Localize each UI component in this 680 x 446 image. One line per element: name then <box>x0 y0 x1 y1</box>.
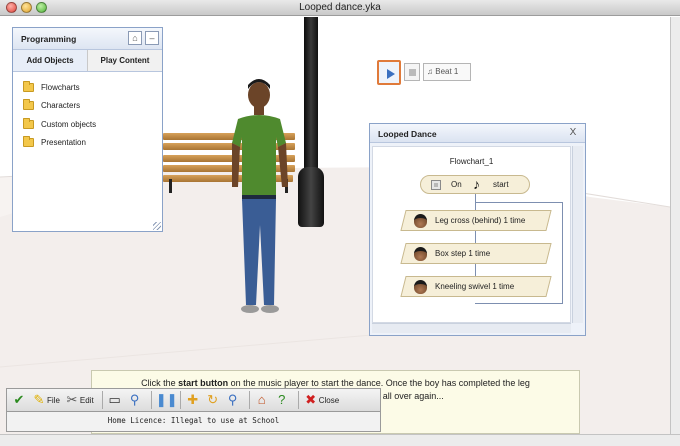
instructions-text: Click the <box>141 378 179 388</box>
start-label: start <box>493 180 509 189</box>
scissors-icon: ✂ <box>66 392 78 407</box>
flowchart-horizontal-scrollbar[interactable] <box>372 323 571 333</box>
home-icon: ⌂ <box>132 33 138 43</box>
music-note-icon: ♫ <box>427 67 433 76</box>
pause-button[interactable]: ❚❚ <box>155 392 178 408</box>
zoom-icon: ⚲ <box>227 392 238 407</box>
close-window-button[interactable]: X <box>567 127 579 139</box>
save-icon: ▭ <box>108 392 121 407</box>
edit-button[interactable]: ✂ Edit <box>64 392 94 408</box>
edit-label: Edit <box>79 395 94 405</box>
licence-bar: Home Licence: Illegal to use at School <box>6 412 381 432</box>
move-icon: ✚ <box>187 392 199 407</box>
minimize-panel-button[interactable]: – <box>145 31 159 45</box>
close-button[interactable]: ✖ Close <box>303 392 339 408</box>
folder-label: Presentation <box>41 138 86 148</box>
looped-dance-header: Looped Dance X <box>370 124 585 143</box>
rotate-icon: ↻ <box>207 392 219 407</box>
boy-face-icon <box>414 246 427 261</box>
minimize-icon: – <box>149 33 155 43</box>
instructions-bold-text: start button <box>178 378 229 388</box>
programming-panel-title: Programming <box>21 34 77 44</box>
flowchart-vertical-scrollbar[interactable] <box>572 146 583 323</box>
boy-character[interactable] <box>224 75 294 320</box>
resize-grip[interactable] <box>153 222 161 230</box>
folder-icon <box>23 80 34 92</box>
looped-dance-window: Looped Dance X Flowchart_1 On ♪ start Le… <box>369 123 586 336</box>
start-block[interactable]: On ♪ start <box>420 175 530 194</box>
start-checkbox[interactable] <box>431 180 441 190</box>
boy-face-icon <box>414 213 427 228</box>
folder-item-presentation[interactable]: Presentation <box>13 134 162 153</box>
folder-label: Custom objects <box>41 119 97 129</box>
save-button[interactable]: ▭ <box>107 392 123 408</box>
folder-icon <box>23 136 34 148</box>
help-button[interactable]: ? <box>274 392 290 408</box>
toolbar-separator <box>297 391 299 409</box>
folder-label: Flowcharts <box>41 82 80 92</box>
close-icon: ✖ <box>305 392 317 407</box>
folder-item-custom-objects[interactable]: Custom objects <box>13 115 162 134</box>
folder-label: Characters <box>41 101 81 111</box>
file-label: File <box>47 395 60 405</box>
folder-icon <box>23 117 34 129</box>
magnifier-icon: ⚲ <box>129 392 140 407</box>
play-icon <box>387 69 395 79</box>
main-toolbar: ✔ ✎ File ✂ Edit ▭ ⚲ ❚❚ ✚ ↻ ⚲ ⌂ ? ✖ Close <box>6 388 381 412</box>
zoom-button[interactable]: ⚲ <box>225 392 241 408</box>
toolbar-separator <box>150 391 152 409</box>
stop-button[interactable] <box>404 63 420 81</box>
tab-play-content[interactable]: Play Content <box>87 50 162 71</box>
music-player: ♫ Beat 1 <box>377 60 473 85</box>
lamp-post-base <box>298 167 324 227</box>
close-label: Close <box>318 395 340 405</box>
check-button[interactable]: ✔ <box>11 392 27 408</box>
rotate-button[interactable]: ↻ <box>205 392 221 408</box>
help-icon: ? <box>278 392 286 407</box>
window-horizontal-scrollbar[interactable] <box>0 434 680 446</box>
find-button[interactable]: ⚲ <box>127 392 143 408</box>
programming-panel: Programming ⌂ – Add Objects Play Content… <box>12 27 163 232</box>
flowchart-canvas[interactable]: Flowchart_1 On ♪ start Leg cross (behind… <box>372 146 571 323</box>
play-button[interactable] <box>377 60 401 85</box>
looped-dance-title: Looped Dance <box>378 129 437 139</box>
flowchart-name: Flowchart_1 <box>449 157 494 166</box>
toolbar-separator <box>101 391 103 409</box>
beat-label: Beat 1 <box>435 67 459 76</box>
pause-icon: ❚❚ <box>155 392 178 407</box>
tab-add-objects[interactable]: Add Objects <box>13 50 87 71</box>
window-title: Looped dance.yka <box>299 2 381 13</box>
folder-item-flowcharts[interactable]: Flowcharts <box>13 78 162 97</box>
folder-icon <box>23 99 34 111</box>
toolbar-separator <box>179 391 181 409</box>
programming-tabs: Add Objects Play Content <box>13 50 162 72</box>
programming-panel-header: Programming ⌂ – <box>13 28 162 50</box>
home-icon: ⌂ <box>257 392 266 407</box>
window-vertical-scrollbar[interactable] <box>670 17 680 434</box>
toolbar-separator <box>248 391 250 409</box>
home-button[interactable]: ⌂ <box>128 31 142 45</box>
object-folder-list: Flowcharts Characters Custom objects Pre… <box>13 72 162 231</box>
move-button[interactable]: ✚ <box>185 392 201 408</box>
title-bar: Looped dance.yka <box>0 0 680 16</box>
instructions-text: on the music player to start the dance. … <box>228 378 530 388</box>
start-on-label: On <box>451 180 462 189</box>
file-button[interactable]: ✎ File <box>31 392 60 408</box>
pencil-icon: ✎ <box>33 392 45 407</box>
check-icon: ✔ <box>13 392 25 407</box>
loop-connector <box>475 202 563 304</box>
music-note-icon: ♪ <box>473 176 480 192</box>
beat-indicator: ♫ Beat 1 <box>423 63 471 81</box>
folder-item-characters[interactable]: Characters <box>13 97 162 116</box>
home-toolbar-button[interactable]: ⌂ <box>254 392 270 408</box>
stop-icon <box>409 69 416 76</box>
boy-face-icon <box>414 279 427 294</box>
